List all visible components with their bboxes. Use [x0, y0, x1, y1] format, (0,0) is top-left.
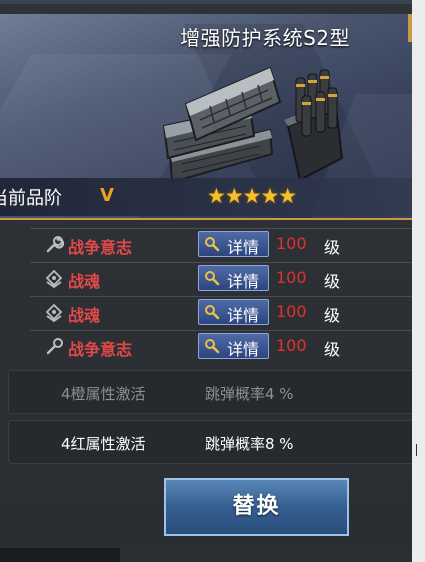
- attribute-value: 100: [276, 302, 307, 321]
- magnifier-icon: [205, 271, 220, 286]
- row-divider: [30, 262, 412, 263]
- magnifier-icon: [205, 339, 220, 354]
- attribute-name: 战魂: [68, 306, 101, 325]
- bonus-value: 跳弹概率4 %: [205, 385, 294, 403]
- attribute-name: 战魂: [68, 272, 101, 291]
- magnifier-icon: [205, 305, 220, 320]
- bonus-value: 跳弹概率8 %: [205, 435, 294, 453]
- attribute-name: 战争意志: [68, 238, 133, 257]
- text-cursor: [416, 444, 417, 456]
- attribute-row: 战魂 详情 100 级: [0, 296, 412, 329]
- attribute-name: 战争意志: [68, 340, 133, 359]
- set-bonus-orange: 4橙属性激活 跳弹概率4 %: [8, 370, 412, 414]
- detail-label: 详情: [227, 238, 260, 257]
- attribute-unit: 级: [324, 272, 341, 291]
- replace-button[interactable]: 替换: [164, 478, 349, 536]
- bottom-accent: [120, 548, 412, 562]
- soul-emblem-icon: [45, 269, 63, 289]
- grade-label: 当前品阶: [0, 188, 62, 209]
- equipment-title: 增强防护系统S2型: [180, 26, 350, 50]
- wrench-icon: [46, 338, 63, 355]
- armor-plates-image: [162, 66, 344, 184]
- attribute-value: 100: [276, 268, 307, 287]
- row-divider: [30, 296, 412, 297]
- row-divider: [30, 228, 412, 229]
- attribute-value: 100: [276, 336, 307, 355]
- bonus-label: 4红属性激活: [61, 435, 146, 453]
- bottom-bar: [0, 548, 412, 562]
- attribute-value: 100: [276, 234, 307, 253]
- detail-button[interactable]: 详情: [198, 299, 269, 325]
- attribute-unit: 级: [324, 238, 341, 257]
- detail-label: 详情: [227, 340, 260, 359]
- attribute-row: 战争意志 详情 100 级: [0, 330, 412, 363]
- bonus-label: 4橙属性激活: [61, 385, 146, 403]
- detail-label: 详情: [227, 306, 260, 325]
- attribute-unit: 级: [324, 340, 341, 359]
- soul-emblem-icon: [45, 303, 63, 323]
- detail-label: 详情: [227, 272, 260, 291]
- equipment-banner: 增强防护系统S2型 前品阶 V ★★★★★: [0, 14, 412, 220]
- attribute-row: 战争意志 详情 100 级: [0, 228, 412, 261]
- magnifier-icon: [205, 237, 220, 252]
- wrench-icon: [46, 236, 64, 253]
- star-rating: ★★★★★: [207, 184, 297, 208]
- attribute-unit: 级: [324, 306, 341, 325]
- detail-button[interactable]: 详情: [198, 265, 269, 291]
- detail-button[interactable]: 详情: [198, 333, 269, 359]
- detail-button[interactable]: 详情: [198, 231, 269, 257]
- attribute-row: 战魂 详情 100 级: [0, 262, 412, 295]
- grade-value: V: [100, 185, 114, 206]
- row-divider: [30, 330, 412, 331]
- set-bonus-red: 4红属性激活 跳弹概率8 %: [8, 420, 412, 464]
- top-border: [0, 0, 412, 4]
- side-strip: [412, 0, 425, 562]
- equipment-panel: 增强防护系统S2型 前品阶 V ★★★★★ 战争意志 详情 100 级 战魂 详…: [0, 0, 412, 562]
